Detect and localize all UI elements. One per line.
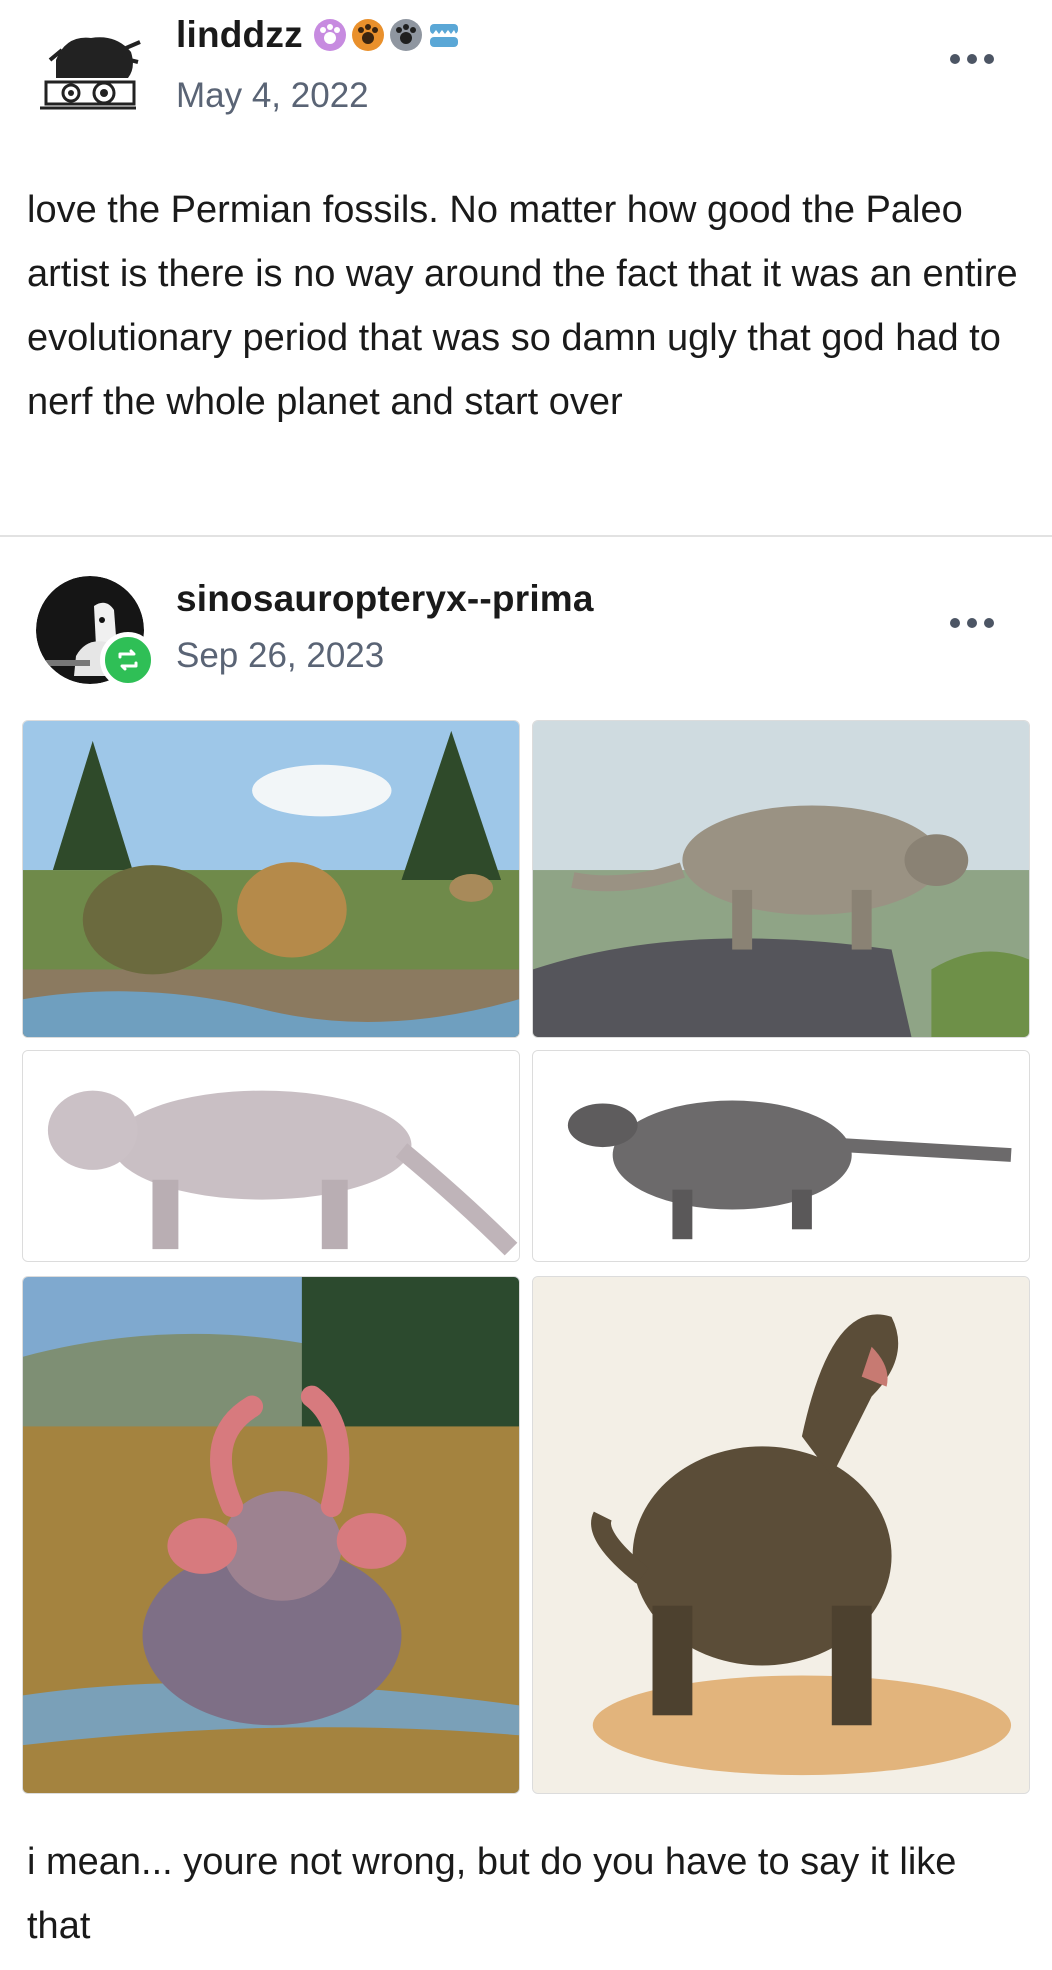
post-date[interactable]: May 4, 2022 xyxy=(176,76,369,116)
username[interactable]: sinosauropteryx--prima xyxy=(176,578,594,620)
paw-pink-badge-icon xyxy=(313,19,346,51)
more-options-button[interactable] xyxy=(950,54,994,64)
more-options-button[interactable] xyxy=(950,618,994,628)
dot-icon xyxy=(967,54,977,64)
moschops-rock-image xyxy=(533,721,1029,1037)
paw-orange-badge-icon xyxy=(351,19,384,51)
estemmenosuchus-horns-image xyxy=(23,1277,519,1793)
scutosaurus-image xyxy=(533,1051,1029,1261)
dot-icon xyxy=(950,618,960,628)
avatar-sketch-icon xyxy=(36,20,144,128)
badge-group[interactable] xyxy=(313,18,461,52)
dot-icon xyxy=(984,54,994,64)
lystrosaurus-image xyxy=(23,1051,519,1261)
dot-icon xyxy=(950,54,960,64)
photo-moschops-rock[interactable] xyxy=(532,720,1030,1038)
dot-icon xyxy=(967,618,977,628)
dot-icon xyxy=(984,618,994,628)
chomper-teeth-badge-icon xyxy=(429,24,458,47)
photo-scutosaurus[interactable] xyxy=(532,1050,1030,1262)
avatar-linddzz[interactable] xyxy=(36,20,144,128)
reblog-comment-text: i mean... youre not wrong, but do you ha… xyxy=(27,1841,957,1947)
post-date[interactable]: Sep 26, 2023 xyxy=(176,636,384,676)
post-body-text: love the Permian fossils. No matter how … xyxy=(27,189,1018,423)
photo-estemmenosuchus-horns[interactable] xyxy=(22,1276,520,1794)
photo-lystrosaurus[interactable] xyxy=(22,1050,520,1262)
reblog-icon xyxy=(118,649,138,671)
photo-moschops-standing[interactable] xyxy=(532,1276,1030,1794)
paw-gray-badge-icon xyxy=(389,19,422,51)
post-divider xyxy=(0,535,1052,537)
moschops-standing-image xyxy=(533,1277,1029,1793)
post-header-2: sinosauropteryx--prima Sep 26, 2023 xyxy=(0,562,1052,684)
estemmenosuchus-scene-image xyxy=(23,721,519,1037)
reblog-badge xyxy=(100,632,156,688)
post-header-1: linddzz May 4, 2022 xyxy=(0,0,1052,128)
photo-estemmenosuchus-scene[interactable] xyxy=(22,720,520,1038)
username[interactable]: linddzz xyxy=(176,14,303,56)
